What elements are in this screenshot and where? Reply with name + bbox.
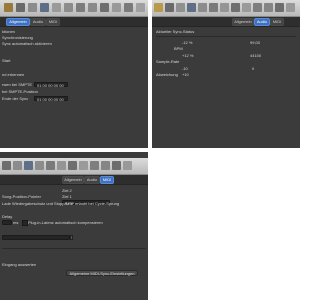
- tab-midi[interactable]: MIDI: [100, 176, 114, 184]
- toolbar-icon[interactable]: [231, 3, 240, 12]
- toolbar-icon[interactable]: [136, 3, 145, 12]
- input-evaluate-label: Eingang auswerten: [2, 262, 37, 267]
- sync-window-general: Allgemein Audio MIDI ktionen Synchronisi…: [0, 0, 148, 148]
- tab-midi[interactable]: MIDI: [270, 18, 284, 26]
- toolbar-icon[interactable]: [90, 161, 99, 170]
- smpte-position-label: bei SMPTE-Position: [2, 89, 38, 94]
- toolbar-icon[interactable]: [176, 3, 185, 12]
- toolbar-icon[interactable]: [4, 3, 13, 12]
- toolbar-icon[interactable]: [112, 161, 121, 170]
- mtc-field[interactable]: [2, 235, 70, 240]
- toolbar-icon[interactable]: [68, 161, 77, 170]
- toolbar-icon[interactable]: [16, 3, 25, 12]
- toolbar-icon[interactable]: [187, 3, 196, 12]
- sync-heading: Synchronisierung: [2, 35, 33, 40]
- detect-label: nd erkennen: [2, 72, 25, 77]
- toolbar-icon[interactable]: [264, 3, 273, 12]
- toolbar-icon[interactable]: [2, 161, 11, 170]
- toolbar-icon[interactable]: [253, 3, 262, 12]
- toolbar-icon[interactable]: [124, 3, 133, 12]
- tabbar: Allgemein Audio MIDI: [0, 175, 148, 185]
- delay-field[interactable]: [2, 220, 12, 225]
- preferences-toolbar: [0, 0, 148, 17]
- toolbar-icon[interactable]: [57, 161, 66, 170]
- bpm-min-label: -12 %: [182, 40, 193, 45]
- toolbar-icon[interactable]: [242, 3, 251, 12]
- smpte-start-field[interactable]: 01 00 00 00 00: [34, 82, 68, 88]
- toolbar-icon[interactable]: [209, 3, 218, 12]
- toolbar-icon[interactable]: [88, 3, 97, 12]
- cycle-jump-label: Lade Wiedergabeschutz und Stopp/MTP erla…: [2, 201, 120, 206]
- deviation-label: Abweichung: [156, 72, 178, 77]
- toolbar-icon[interactable]: [24, 161, 33, 170]
- toolbar-icon[interactable]: [35, 161, 44, 170]
- sync-status-label: Aktueller Sync-Status: [156, 29, 195, 34]
- toolbar-icon[interactable]: [101, 161, 110, 170]
- window-divider-bar: [0, 149, 300, 152]
- toolbar-icon[interactable]: [112, 3, 121, 12]
- tabbar: Allgemein Audio MIDI: [152, 17, 300, 27]
- sample-max-label: +10: [182, 72, 189, 77]
- toolbar-icon[interactable]: [64, 3, 73, 12]
- toolbar-icon[interactable]: [165, 3, 174, 12]
- midi-sync-settings-button[interactable]: Allgemeine MIDI-Sync-Einstellungen: [66, 270, 138, 276]
- smpte-label: rwen bei SMPTE: [2, 82, 33, 87]
- end-sync-label: Ende der Sync: [2, 96, 29, 101]
- sync-window-midi: Logic Pro X Allgemein Audio MIDI Ziel 2 …: [0, 152, 148, 300]
- toolbar-icon[interactable]: [123, 161, 132, 170]
- sync-window-audio: Allgemein Audio MIDI Aktueller Sync-Stat…: [152, 0, 300, 148]
- tab-general[interactable]: Allgemein: [6, 18, 30, 26]
- destination-2-label: Ziel 2: [62, 188, 72, 193]
- toolbar-icon[interactable]: [13, 161, 22, 170]
- toolbar-icon[interactable]: [286, 3, 295, 12]
- preferences-toolbar: [0, 158, 148, 175]
- tabbar: Allgemein Audio MIDI: [0, 17, 148, 27]
- toolbar-icon[interactable]: [76, 3, 85, 12]
- divider: [156, 36, 296, 37]
- tab-general[interactable]: Allgemein: [232, 18, 254, 26]
- section-heading: ktionen: [2, 29, 15, 34]
- bpm-value: 99,00: [250, 40, 261, 45]
- toolbar-icon[interactable]: [79, 161, 88, 170]
- destination-1-label: Ziel 1: [62, 194, 72, 199]
- tab-midi[interactable]: MIDI: [46, 18, 60, 26]
- start-label: Start: [2, 58, 11, 63]
- mtc-stepper[interactable]: [70, 235, 73, 240]
- tab-audio[interactable]: Audio: [84, 176, 100, 184]
- toolbar-icon[interactable]: [220, 3, 229, 12]
- toolbar-icon[interactable]: [100, 3, 109, 12]
- delay-unit-label: ms: [13, 220, 19, 225]
- delay-label: Delay: [2, 214, 13, 219]
- toolbar-icon[interactable]: [275, 3, 284, 12]
- toolbar-icon[interactable]: [154, 3, 163, 12]
- toolbar-icon[interactable]: [52, 3, 61, 12]
- sample-min-label: -10: [182, 66, 188, 71]
- toolbar-icon[interactable]: [40, 3, 49, 12]
- rate-value: 44100: [250, 53, 262, 58]
- tab-audio[interactable]: Audio: [254, 18, 270, 26]
- toolbar-icon[interactable]: [28, 3, 37, 12]
- smpte-end-field[interactable]: 01 00 00 00 00: [34, 96, 68, 102]
- bpm-max-label: +12 %: [182, 53, 194, 58]
- song-position-label: Song-Position-Pointer: [2, 194, 41, 199]
- divider: [2, 248, 146, 249]
- toolbar-icon[interactable]: [46, 161, 55, 170]
- sample-rate-label: Sample-Rate: [156, 59, 180, 64]
- bpm-label: BPM: [174, 46, 183, 51]
- toolbar-icon[interactable]: [198, 3, 207, 12]
- latency-comp-label: Plug-in-Latenz automatisch kompensieren: [28, 220, 103, 225]
- auto-sync-label: Sync automatisch aktivieren: [2, 41, 52, 46]
- tab-audio[interactable]: Audio: [30, 18, 46, 26]
- preferences-toolbar: [152, 0, 300, 17]
- tab-general[interactable]: Allgemein: [62, 176, 84, 184]
- deviation-value: 0: [252, 66, 255, 71]
